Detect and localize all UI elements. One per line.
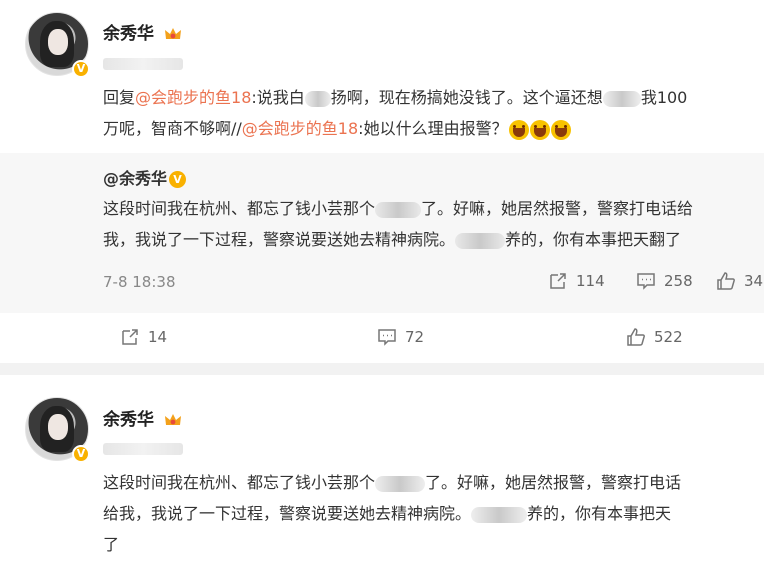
- censored-blur: [304, 90, 331, 107]
- verified-v-icon: V: [169, 171, 187, 188]
- post-author[interactable]: 余秀华: [103, 19, 182, 44]
- comment-icon: [637, 273, 655, 290]
- repost-icon: [550, 273, 566, 289]
- laugh-emoji-icon: [529, 119, 550, 140]
- quoted-author[interactable]: @余秀华 V: [103, 165, 187, 189]
- post-text: 回复@会跑步的鱼18:说我白 扬啊，现在杨搞她没钱了。这个逼还想 我100 万呢，智…: [103, 88, 688, 140]
- post-author[interactable]: 余秀华: [103, 405, 182, 430]
- verified-v-icon: V: [72, 60, 90, 78]
- author-name[interactable]: 余秀华: [103, 24, 154, 44]
- like-button[interactable]: 522: [626, 327, 683, 347]
- quoted-repost-button[interactable]: 114: [548, 271, 605, 291]
- thumbs-up-icon: [717, 272, 735, 290]
- quoted-comment-button[interactable]: 258: [636, 271, 693, 291]
- censored-blur: [455, 232, 506, 249]
- quoted-post[interactable]: @余秀华 V 这段时间我在杭州、都忘了钱小芸那个 了。好嘛，她居然报警，警察打电话给…: [0, 153, 764, 313]
- crown-icon: [164, 414, 181, 425]
- comment-button[interactable]: 72: [377, 327, 424, 347]
- verified-v-icon: V: [72, 445, 90, 463]
- blurred-subtitle: [103, 58, 183, 70]
- blurred-subtitle: [103, 443, 183, 455]
- laugh-emoji-icon: [508, 119, 529, 140]
- comment-icon: [378, 329, 396, 346]
- laugh-emoji-icon: [550, 119, 571, 140]
- weibo-post-card: V 余秀华 这段时间我在杭州、都忘了钱小芸那个 了。好嘛，她居然报警，警察打电话 …: [0, 375, 764, 580]
- mention-link[interactable]: @会跑步的鱼18: [242, 119, 358, 138]
- thumbs-up-icon: [627, 328, 645, 346]
- quoted-text: 这段时间我在杭州、都忘了钱小芸那个 了。好嘛，她居然报警，警察打电话给 我，我说了…: [103, 199, 694, 249]
- censored-blur: [375, 201, 422, 218]
- censored-blur: [375, 475, 426, 492]
- quoted-timestamp[interactable]: 7-8 18:38: [103, 273, 176, 291]
- censored-blur: [602, 90, 641, 107]
- mention-link[interactable]: @会跑步的鱼18: [135, 88, 251, 107]
- quoted-like-button[interactable]: 34: [716, 271, 763, 291]
- crown-icon: [164, 28, 181, 39]
- post-text: 这段时间我在杭州、都忘了钱小芸那个 了。好嘛，她居然报警，警察打电话 给我，我说了…: [103, 473, 682, 554]
- repost-icon: [122, 329, 138, 345]
- weibo-post-card: V 余秀华 回复@会跑步的鱼18:说我白 扬啊，现在杨搞她没钱了。这个逼还想 我10…: [0, 0, 764, 363]
- author-name[interactable]: 余秀华: [103, 410, 154, 430]
- censored-blur: [471, 506, 528, 523]
- repost-button[interactable]: 14: [120, 327, 167, 347]
